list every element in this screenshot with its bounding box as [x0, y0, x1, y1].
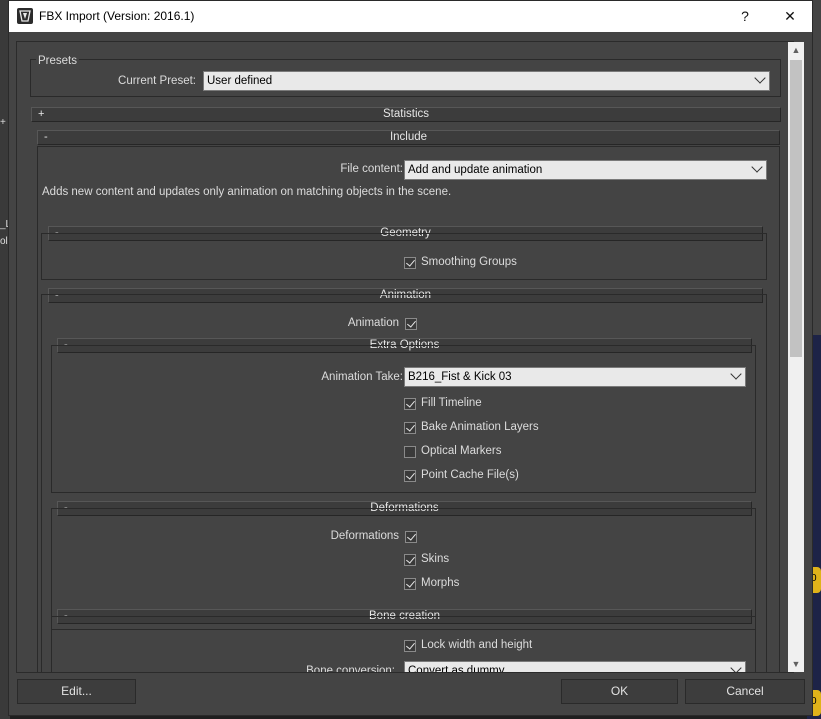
cancel-button[interactable]: Cancel: [685, 679, 805, 704]
fill-timeline-label: Fill Timeline: [421, 397, 482, 409]
current-preset-label: Current Preset:: [118, 75, 196, 87]
statistics-rollout-header[interactable]: + Statistics: [31, 107, 781, 122]
scrollbar-thumb[interactable]: [790, 60, 802, 357]
fbx-import-dialog: FBX Import (Version: 2016.1) ? ✕ Presets…: [8, 0, 813, 716]
window-title: FBX Import (Version: 2016.1): [39, 9, 195, 23]
deformations-check-label: Deformations: [330, 530, 399, 542]
include-title: Include: [389, 131, 428, 143]
bg-label-glyph-2: ol: [0, 236, 8, 247]
title-bar: FBX Import (Version: 2016.1) ? ✕: [9, 1, 812, 32]
deformations-checkbox[interactable]: [405, 531, 417, 543]
point-cache-label: Point Cache File(s): [421, 469, 519, 481]
lock-width-height-checkbox[interactable]: [404, 640, 416, 652]
include-rollout-header[interactable]: - Include: [37, 130, 780, 145]
fbx-app-icon: [17, 8, 33, 24]
presets-group-label: Presets: [36, 55, 79, 67]
skins-checkbox[interactable]: [404, 554, 416, 566]
current-preset-dropdown[interactable]: User defined: [203, 71, 770, 91]
animation-checkbox[interactable]: [405, 318, 417, 330]
optical-markers-label: Optical Markers: [421, 445, 502, 457]
smoothing-groups-checkbox[interactable]: [404, 257, 416, 269]
file-content-dropdown[interactable]: Add and update animation: [404, 160, 767, 180]
animation-check-label: Animation: [347, 317, 399, 329]
help-button[interactable]: ?: [728, 5, 762, 27]
animation-take-value: B216_Fist & Kick 03: [408, 371, 512, 383]
bake-layers-checkbox[interactable]: [404, 422, 416, 434]
smoothing-groups-label: Smoothing Groups: [421, 256, 517, 268]
statistics-title: Statistics: [382, 108, 429, 120]
file-content-label: File content:: [340, 163, 403, 175]
point-cache-checkbox[interactable]: [404, 470, 416, 482]
animation-take-label: Animation Take:: [321, 371, 403, 383]
edit-button[interactable]: Edit...: [17, 679, 136, 704]
bone-conversion-label: Bone conversion:: [306, 665, 395, 673]
vertical-scrollbar[interactable]: ▲ ▼: [788, 42, 804, 672]
morphs-label: Morphs: [421, 577, 460, 589]
chevron-down-icon: [730, 368, 742, 380]
animation-take-dropdown[interactable]: B216_Fist & Kick 03: [404, 367, 746, 387]
fill-timeline-checkbox[interactable]: [404, 398, 416, 410]
scroll-down-arrow-icon[interactable]: ▼: [788, 656, 804, 672]
ok-button[interactable]: OK: [561, 679, 678, 704]
chevron-down-icon: [751, 161, 763, 173]
bone-conversion-dropdown[interactable]: Convert as dummy: [404, 661, 746, 673]
optical-markers-checkbox[interactable]: [404, 446, 416, 458]
skins-label: Skins: [421, 553, 450, 565]
file-content-value: Add and update animation: [408, 164, 543, 176]
include-description: Adds new content and updates only animat…: [42, 186, 452, 198]
morphs-checkbox[interactable]: [404, 578, 416, 590]
bake-layers-label: Bake Animation Layers: [421, 421, 539, 433]
close-button[interactable]: ✕: [773, 5, 807, 27]
chevron-down-icon: [754, 72, 766, 84]
current-preset-value: User defined: [207, 75, 273, 87]
bg-plus-glyph: +: [0, 117, 6, 128]
bone-conversion-value: Convert as dummy: [408, 665, 505, 673]
scroll-up-arrow-icon[interactable]: ▲: [788, 42, 804, 58]
lock-width-height-label: Lock width and height: [421, 639, 533, 651]
settings-panel: Presets Current Preset: User defined + S…: [16, 41, 794, 673]
chevron-down-icon: [730, 662, 742, 672]
